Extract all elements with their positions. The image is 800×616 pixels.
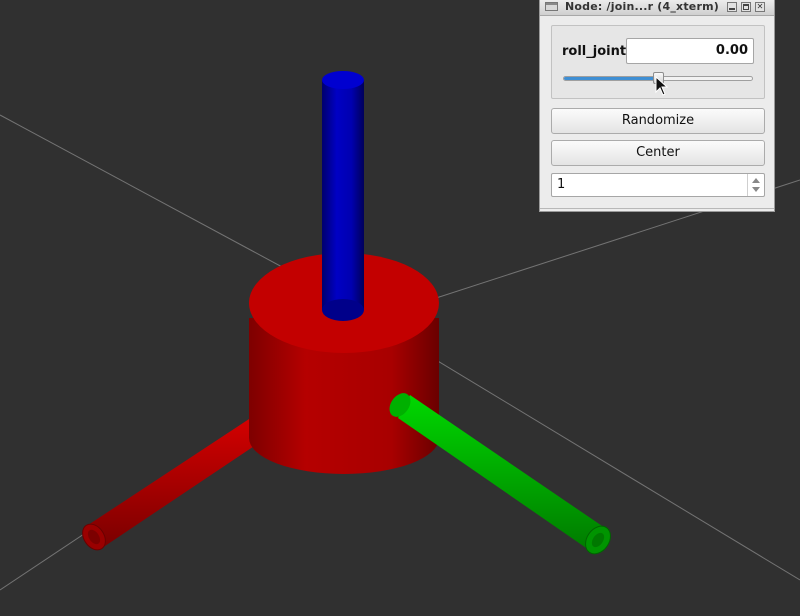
close-icon[interactable]: ✕ xyxy=(755,2,765,12)
window-title: Node: /join...r (4_xterm) xyxy=(565,0,719,13)
spinbox-value: 1 xyxy=(557,177,566,192)
spin-down-icon[interactable] xyxy=(752,187,760,192)
mouse-cursor-icon xyxy=(655,76,669,96)
maximize-icon[interactable] xyxy=(741,2,751,12)
z-axis-blue-cylinder xyxy=(322,71,364,321)
window-bottom-edge xyxy=(540,208,774,212)
window-app-icon xyxy=(545,2,558,11)
window-titlebar[interactable]: Node: /join...r (4_xterm) ✕ xyxy=(540,0,774,16)
joint-state-publisher-window: Node: /join...r (4_xterm) ✕ roll_joint 0… xyxy=(539,0,775,212)
spin-up-icon[interactable] xyxy=(752,178,760,183)
center-button[interactable]: Center xyxy=(551,140,765,166)
spinbox-arrows[interactable] xyxy=(747,174,764,196)
y-axis-green-cylinder xyxy=(389,393,611,555)
spinbox-field[interactable]: 1 xyxy=(551,173,765,197)
randomize-button[interactable]: Randomize xyxy=(551,108,765,134)
minimize-icon[interactable] xyxy=(727,2,737,12)
joint-name-label: roll_joint xyxy=(562,44,627,59)
joint-value-field[interactable]: 0.00 xyxy=(626,38,754,64)
joint-slider-fill xyxy=(564,77,659,80)
